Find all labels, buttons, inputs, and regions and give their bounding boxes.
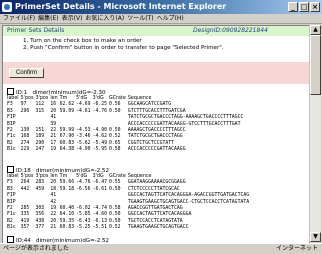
scroll-up-arrow-icon[interactable]: ▲ [310,25,321,35]
menu-help[interactable]: ヘルプ(H) [157,14,184,23]
cell-tm: 59.09 [59,108,75,114]
vertical-scrollbar[interactable]: ▲ ▼ [309,25,321,242]
cell-sequence: ACCCACCCCCGATTACAAGG [127,147,186,153]
cell-label: B1c [7,225,16,231]
details-header: Primer Sets Details DesignID:09092822184… [3,26,309,36]
page-title: Primer Sets Details [7,27,65,34]
cell-sequence: GGCCACTAGTTCATCACAGGGA-AGACCGGTTGATGACTC… [127,193,250,199]
minimize-button[interactable]: _ [288,2,298,12]
window-title: PrimerSet Details - Microsoft Internet E… [15,2,227,11]
cell-3dg: -6.61 [92,186,108,192]
primer-table: label 5'pos 3'pos len Tm 5'dG 3'dG GCrat… [7,174,251,232]
cell-tm: 62.62 [59,102,75,108]
select-checkbox[interactable] [7,236,14,243]
cell-5dg: -4.69 [76,102,91,108]
status-text: ページが表示されました [3,245,69,252]
cell-3pos: 377 [35,225,45,231]
cell-5pos: 357 [20,225,30,231]
cell-len: 21 [50,225,57,231]
confirm-button[interactable]: Confirm [9,68,45,78]
cell-3dg: -6.25 [92,102,108,108]
menu-file[interactable]: ファイル(F) [3,14,35,23]
table-row: B1c 357 377 21 60.83 -5.25 -5.51 0.52 TGAAGTGAAG… [7,225,251,231]
cell-tm: 59.18 [59,186,75,192]
cell-sequence: TATCTGCGCTGACCCTAGG-AAAAGCTGACCCCTTTAGCC [127,115,244,121]
cell-5dg: -6.56 [76,186,91,192]
ie-app-icon [2,2,12,12]
cell-sequence: TGAAGTGAAGCTGCAGTGACC [127,225,189,231]
cell-3dg: -4.62 [92,134,108,140]
menu-favorites[interactable]: お気に入り(A) [85,14,124,23]
cell-tm: 64.10 [59,212,75,218]
title-bar: PrimerSet Details - Microsoft Internet E… [0,0,322,14]
cell-tm: 59.66 [59,180,75,186]
page-content: Primer Sets Details DesignID:09092822184… [2,25,310,244]
cell-5dg: -4.61 [76,108,91,114]
close-button[interactable]: × [310,2,320,12]
cell-3dg: -5.51 [92,225,108,231]
cell-len: 19 [50,147,57,153]
cell-5dg: -4.76 [76,180,91,186]
cell-5dg: -5.25 [76,225,91,231]
cell-tm: 67.90 [59,134,75,140]
cell-gcrate: 0.58 [109,147,121,153]
cell-5dg: -3.46 [76,134,91,140]
menu-view[interactable]: 表示(V) [62,14,83,23]
menu-edit[interactable]: 編集(E) [38,14,58,23]
cell-3dg: -4.60 [92,212,108,218]
primer-table: label 5'pos 3'pos len Tm 5'dG 3'dG GCrat… [7,96,245,154]
cell-3dg: -6.47 [92,180,108,186]
scroll-thumb[interactable] [310,35,321,95]
design-id: DesignID:090928221844 [193,27,268,34]
cell-tm: 64.38 [59,147,75,153]
cell-3dg: -4.76 [92,108,108,114]
confirm-panel: Confirm [3,62,309,84]
cell-5dg: -5.85 [76,212,91,218]
instruction-1: 1. Turn on the check box to make an orde… [23,38,142,44]
cell-5dg: -4.90 [76,147,91,153]
table-row: B1c 229 247 19 64.38 -4.90 -5.95 0.58 ACCCACCCCC… [7,147,245,153]
cell-3dg: -5.95 [92,147,108,153]
status-bar: ページが表示されました インターネット [0,243,322,253]
instructions: 1. Turn on the check box to make an orde… [23,38,224,52]
maximize-button[interactable]: □ [299,2,309,12]
cell-gcrate: 0.52 [109,225,121,231]
cell-3pos: 247 [35,147,45,153]
cell-5pos: 229 [20,147,30,153]
cell-tm: 60.83 [59,225,75,231]
menu-tools[interactable]: ツール(T) [127,14,153,23]
instruction-2: 2. Push "Confirm" button in order to tra… [23,45,224,51]
cell-label: B1c [7,147,16,153]
scroll-down-arrow-icon[interactable]: ▼ [310,232,321,242]
select-checkbox[interactable] [7,88,14,95]
select-checkbox[interactable] [7,166,14,173]
menu-bar: ファイル(F) 編集(E) 表示(V) お気に入り(A) ツール(T) ヘルプ(… [0,14,322,24]
